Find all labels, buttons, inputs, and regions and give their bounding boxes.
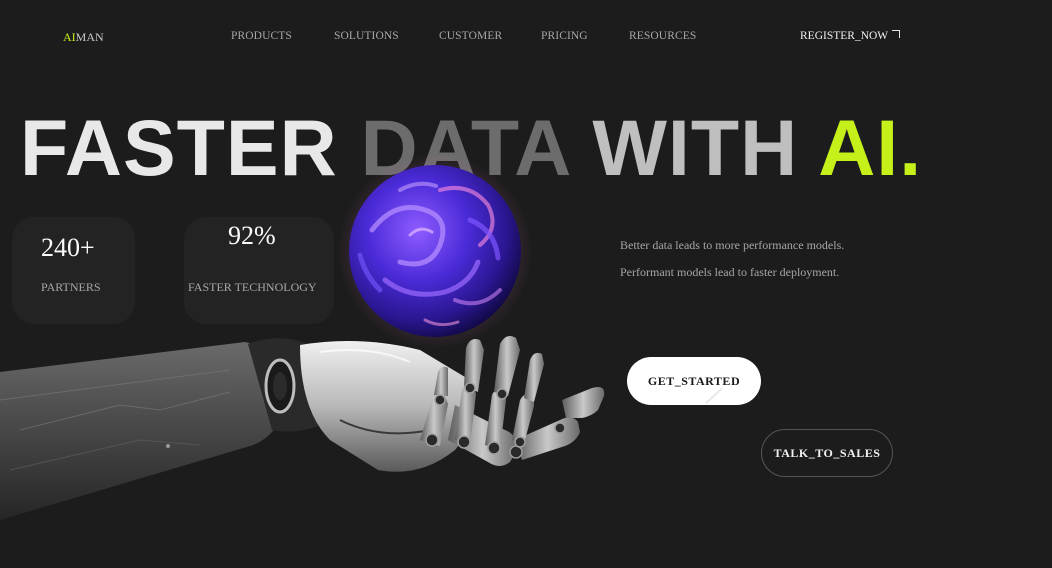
robot-hand-illustration xyxy=(0,153,605,520)
get-started-button[interactable]: GET_STARTED xyxy=(627,357,761,405)
talk-to-sales-button[interactable]: TALK_TO_SALES xyxy=(761,429,893,477)
hero-description: Better data leads to more performance mo… xyxy=(620,238,845,279)
